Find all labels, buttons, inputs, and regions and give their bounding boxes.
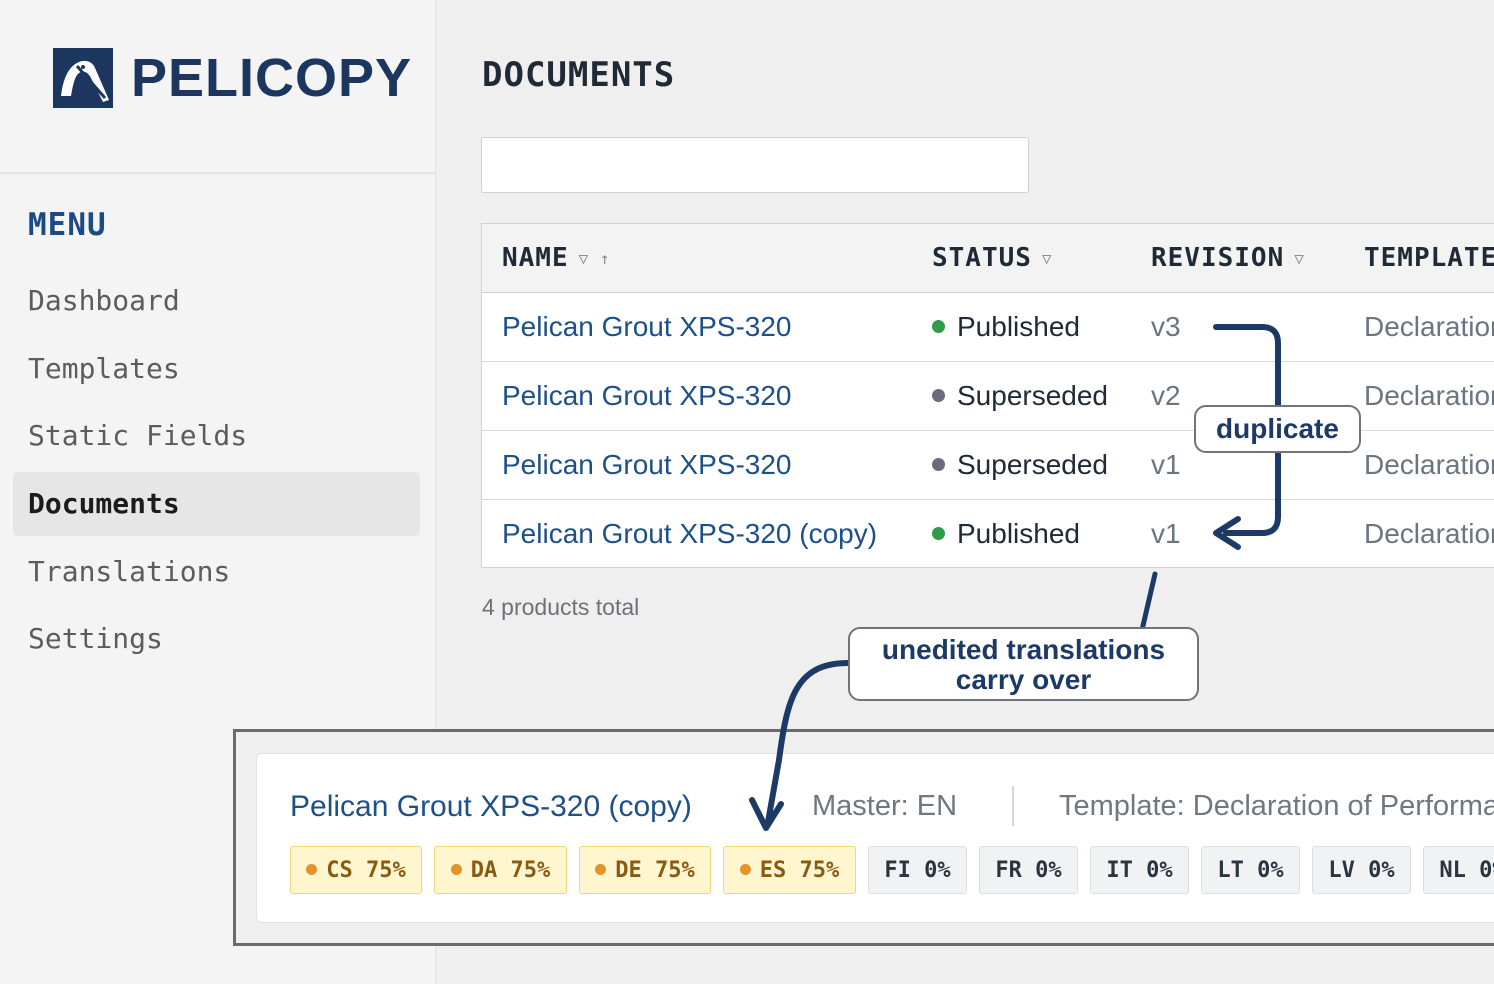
carry-over-callout: unedited translations carry over: [848, 627, 1199, 701]
detail-template: Template: Declaration of Performance: [1059, 790, 1494, 822]
status-dot: [932, 527, 945, 541]
detail-title[interactable]: Pelican Grout XPS-320 (copy): [290, 790, 692, 824]
status-cell: Superseded: [932, 361, 1108, 430]
translation-chip[interactable]: DA 75%: [434, 846, 567, 894]
template-cell: Declaration: [1364, 449, 1494, 480]
brand-name[interactable]: PELICOPY: [131, 46, 412, 110]
translation-chip[interactable]: IT 0%: [1090, 846, 1189, 894]
translation-chip[interactable]: FR 0%: [979, 846, 1078, 894]
column-header-revision[interactable]: REVISION ▽: [1151, 243, 1305, 273]
column-header-template[interactable]: TEMPLATE: [1364, 243, 1494, 273]
translation-chip[interactable]: FI 0%: [868, 846, 967, 894]
sidebar-item-templates[interactable]: Templates: [13, 337, 420, 401]
status-label: Published: [957, 311, 1080, 342]
carry-connector: [1139, 571, 1158, 633]
meta-divider: [1012, 786, 1014, 826]
progress-dot: [739, 863, 751, 875]
table-row[interactable]: Pelican Grout XPS-320 (copy) Published v1 D…: [482, 499, 1494, 567]
revision-cell: v1: [1151, 449, 1181, 480]
chip-label: NL 0%: [1439, 858, 1494, 883]
column-header-name[interactable]: NAME ▽ ↑: [502, 243, 611, 273]
column-header-status[interactable]: STATUS ▽: [932, 243, 1053, 273]
chip-label: CS 75%: [326, 858, 406, 883]
total-count: 4 products total: [482, 594, 640, 620]
status-label: Superseded: [957, 380, 1109, 411]
column-label: REVISION: [1151, 243, 1285, 273]
template-cell: Declaration: [1364, 311, 1494, 342]
status-cell: Published: [932, 292, 1080, 361]
status-cell: Published: [932, 499, 1080, 567]
translation-chip[interactable]: LV 0%: [1312, 846, 1411, 894]
column-label: STATUS: [932, 243, 1032, 273]
search-input[interactable]: [482, 138, 1028, 192]
logo-area: PELICOPY: [0, 0, 435, 174]
status-cell: Superseded: [932, 430, 1108, 499]
progress-dot: [595, 863, 607, 875]
progress-dot: [306, 863, 318, 875]
sort-icon[interactable]: ▽ ↑: [579, 249, 611, 268]
table-row[interactable]: Pelican Grout XPS-320 Published v3 Declarat…: [482, 292, 1494, 362]
filter-icon[interactable]: ▽: [1042, 249, 1053, 268]
sidebar-item-static-fields[interactable]: Static Fields: [13, 404, 420, 468]
translation-chip[interactable]: CS 75%: [290, 846, 422, 894]
revision-cell: v1: [1151, 518, 1181, 549]
duplicate-callout: duplicate: [1194, 405, 1361, 453]
carry-over-line-2: carry over: [955, 664, 1092, 695]
sidebar-item-documents[interactable]: Documents: [13, 472, 420, 536]
document-name-link[interactable]: Pelican Grout XPS-320: [502, 292, 792, 361]
column-label: NAME: [502, 243, 569, 273]
translation-chip[interactable]: DE 75%: [579, 846, 711, 894]
translation-chip[interactable]: LT 0%: [1201, 846, 1300, 894]
chip-label: ES 75%: [759, 858, 840, 883]
chip-label: LV 0%: [1328, 858, 1395, 883]
sidebar-item-translations[interactable]: Translations: [13, 540, 420, 604]
translation-chip[interactable]: NL 0%: [1423, 846, 1494, 894]
sidebar-item-dashboard[interactable]: Dashboard: [13, 269, 420, 333]
status-dot: [932, 320, 945, 334]
document-name-link[interactable]: Pelican Grout XPS-320 (copy): [502, 499, 877, 567]
detail-card: [256, 753, 1494, 923]
detail-master: Master: EN: [812, 790, 958, 822]
status-label: Superseded: [957, 449, 1109, 480]
chip-label: DE 75%: [615, 858, 695, 883]
duplicate-label: duplicate: [1216, 413, 1339, 444]
chip-label: FI 0%: [884, 858, 951, 883]
chip-label: FR 0%: [995, 858, 1062, 883]
chip-label: IT 0%: [1106, 858, 1173, 883]
column-label: TEMPLATE: [1364, 243, 1494, 273]
translation-chip[interactable]: ES 75%: [723, 846, 856, 894]
progress-dot: [450, 863, 462, 875]
pelican-icon: [53, 48, 113, 108]
documents-table: NAME ▽ ↑ STATUS ▽ REVISION ▽ TEMPLATE Pelic…: [481, 223, 1494, 568]
filter-icon[interactable]: ▽: [1294, 249, 1305, 268]
template-cell: Declaration: [1364, 380, 1494, 411]
document-name-link[interactable]: Pelican Grout XPS-320: [502, 430, 792, 499]
status-dot: [932, 389, 945, 403]
page-title: DOCUMENTS: [482, 55, 676, 95]
status-label: Published: [957, 518, 1080, 549]
menu-title: MENU: [28, 207, 107, 243]
table-header: NAME ▽ ↑ STATUS ▽ REVISION ▽ TEMPLATE: [482, 224, 1494, 293]
status-dot: [932, 458, 945, 472]
revision-cell: v2: [1151, 380, 1181, 411]
carry-over-line-1: unedited translations: [881, 634, 1166, 665]
document-name-link[interactable]: Pelican Grout XPS-320: [502, 361, 792, 430]
search-box[interactable]: [481, 137, 1029, 193]
chip-label: DA 75%: [470, 858, 551, 883]
sidebar-item-settings[interactable]: Settings: [13, 607, 420, 671]
chip-label: LT 0%: [1217, 858, 1284, 883]
revision-cell: v3: [1151, 311, 1181, 342]
template-cell: Declaration: [1364, 518, 1494, 549]
